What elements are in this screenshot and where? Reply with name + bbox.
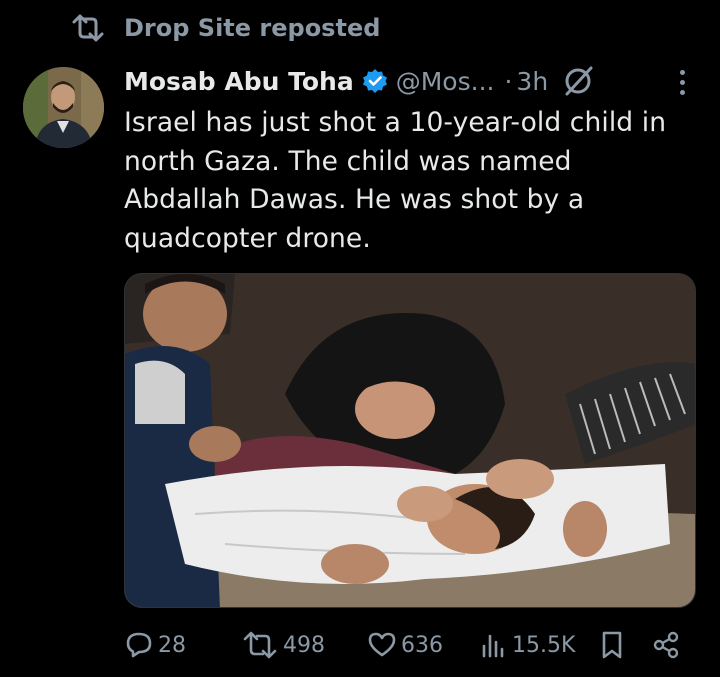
heart-icon: [368, 632, 396, 657]
tweet-text-line: Abdallah Dawas. He was shot by a: [124, 184, 585, 215]
reply-icon: [126, 632, 152, 658]
share-button[interactable]: [651, 625, 681, 665]
repost-indicator[interactable]: Drop Site reposted: [70, 12, 380, 44]
tweet-action-bar: 28 498 636 15.5K: [124, 625, 696, 665]
tweet-header: Mosab Abu Toha @Mos... · 3h: [124, 61, 596, 101]
share-icon: [653, 631, 679, 659]
more-options-icon[interactable]: [672, 66, 692, 98]
tweet-text-line: Israel has just shot a 10-year-old child…: [124, 107, 667, 138]
author-handle[interactable]: @Mos...: [396, 67, 495, 96]
author-name[interactable]: Mosab Abu Toha: [124, 67, 354, 96]
separator-dot: ·: [504, 66, 513, 96]
avatar[interactable]: [23, 67, 104, 148]
bookmark-icon: [602, 631, 622, 659]
bookmark-button[interactable]: [599, 625, 625, 665]
reply-button[interactable]: 28: [124, 625, 186, 665]
views-button[interactable]: 15.5K: [478, 625, 575, 665]
views-icon: [482, 634, 504, 658]
photo-illustration: [125, 274, 695, 607]
views-count: 15.5K: [512, 632, 576, 658]
tweet-text: Israel has just shot a 10-year-old child…: [124, 104, 704, 258]
grok-icon[interactable]: [562, 65, 596, 97]
tweet-timestamp[interactable]: 3h: [516, 67, 548, 96]
avatar-photo: [23, 67, 104, 148]
like-count: 636: [401, 632, 443, 658]
tweet-media-image[interactable]: [124, 273, 696, 608]
tweet-text-line: quadcopter drone.: [124, 222, 371, 254]
repost-icon: [243, 631, 277, 659]
tweet-text-line: north Gaza. The child was named: [124, 145, 572, 177]
like-button[interactable]: 636: [367, 625, 443, 665]
reply-count: 28: [158, 632, 186, 658]
repost-button[interactable]: 498: [241, 625, 325, 665]
repost-count: 498: [283, 632, 325, 658]
verified-badge-icon: [362, 68, 388, 94]
repost-label: Drop Site reposted: [124, 14, 381, 42]
repost-icon: [72, 14, 104, 42]
